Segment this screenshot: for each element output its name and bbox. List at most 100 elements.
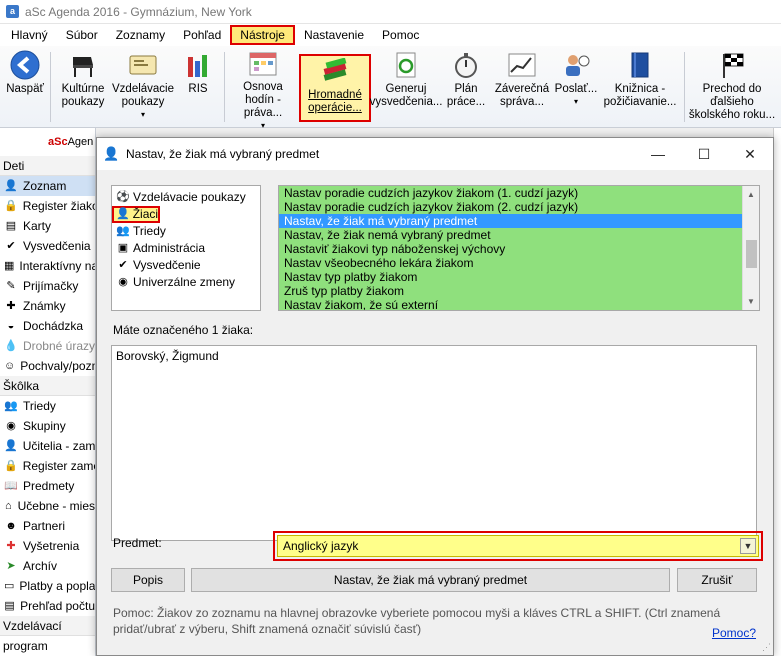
sidebar-item-prehlad[interactable]: ▤ Prehľad počtu (0, 596, 95, 616)
zaverecna-label: Záverečná správa... (494, 83, 550, 108)
plan-prace-button[interactable]: Plán práce... (444, 50, 488, 124)
line-chart-icon (506, 50, 538, 80)
sidebar-item-prijimacky[interactable]: ✎ Prijímačky (0, 276, 95, 296)
tree-item-ziaci[interactable]: 👤 Žiaci (112, 206, 160, 223)
tree-item-vzdelavacie-poukazy[interactable]: ⚽ Vzdelávacie poukazy (112, 189, 260, 206)
vzdelavacie-label: Vzdelávacie poukazy (112, 83, 175, 108)
action-item[interactable]: Zruš typ platby žiakom (279, 284, 759, 298)
prechod-button[interactable]: Prechod do ďalšieho školského roku... (688, 50, 776, 124)
medical-cross-icon: ✚ (6, 540, 16, 552)
back-arrow-icon (9, 50, 41, 80)
brand-asc: aSc (48, 136, 68, 148)
action-item[interactable]: Nastav poradie cudzích jazykov žiakom (1… (279, 186, 759, 200)
sidebar-item-vysetrenia[interactable]: ✚ Vyšetrenia (0, 536, 95, 556)
student-icon: 👤 (103, 146, 120, 161)
books-stack-icon (319, 56, 351, 86)
help-link[interactable]: Pomoc? (712, 626, 756, 640)
maximize-icon[interactable]: ☐ (681, 138, 727, 170)
selected-students-list[interactable]: Borovský, Žigmund (111, 345, 757, 541)
window-titlebar: a aSc Agenda 2016 - Gymnázium, New York (0, 0, 781, 24)
action-item[interactable]: Nastav žiakom, že sú externí (279, 298, 759, 310)
sidebar-item-zoznam[interactable]: 👤 Zoznam (0, 176, 95, 196)
minimize-icon[interactable]: — (635, 138, 681, 170)
sidebar-item-interaktivny[interactable]: ▦ Interaktívny na (0, 256, 95, 276)
sidebar-item-label: Partneri (23, 519, 66, 533)
partner-icon: ☻ (5, 520, 17, 532)
scroll-up-icon[interactable]: ▲ (743, 186, 759, 203)
sidebar-item-znamky[interactable]: ✚ Známky (0, 296, 95, 316)
resize-grip-icon[interactable]: ⋰ (762, 642, 771, 653)
action-item[interactable]: Nastav všeobecného lekára žiakom (279, 256, 759, 270)
sidebar-item-archiv[interactable]: ➤ Archív (0, 556, 95, 576)
tree-item-univerzalne-zmeny[interactable]: ◉ Univerzálne zmeny (112, 274, 260, 291)
sidebar-item-label: Prehľad počtu (20, 599, 95, 613)
kulturne-poukazy-button[interactable]: Kultúrne poukazy (56, 50, 110, 124)
action-item[interactable]: Nastav typ platby žiakom (279, 270, 759, 284)
sidebar-item-predmety[interactable]: 📖 Predmety (0, 476, 95, 496)
sidebar-item-skupiny[interactable]: ◉ Skupiny (0, 416, 95, 436)
menu-subor[interactable]: Súbor (57, 25, 107, 45)
sidebar-item-karty[interactable]: ▤ Karty (0, 216, 95, 236)
popis-button[interactable]: Popis (111, 568, 185, 592)
hromadne-operacie-button[interactable]: Hromadné operácie... (299, 54, 371, 122)
ribbon-separator (224, 52, 225, 122)
tree-item-administracia[interactable]: ▣ Administrácia (112, 240, 260, 257)
predmet-select-highlight: Anglický jazyk ▼ (273, 531, 763, 561)
zaverecna-sprava-button[interactable]: Záverečná správa... (492, 50, 552, 124)
tree-item-vysvedcenie[interactable]: ✔ Vysvedčenie (112, 257, 260, 274)
poslat-button[interactable]: Poslať... ▾ (554, 50, 598, 124)
back-button[interactable]: Naspäť (4, 50, 46, 124)
sidebar-item-label: Vysvedčenia (23, 239, 91, 253)
menu-pohlad[interactable]: Pohľad (174, 25, 230, 45)
sidebar-item-label: Interaktívny na (19, 259, 96, 273)
tree-item-label: Vysvedčenie (133, 258, 201, 272)
lock-icon: 🔒 (4, 460, 18, 472)
sidebar-item-ucebne[interactable]: ⌂ Učebne - mies (0, 496, 95, 516)
tree-item-triedy[interactable]: 👥 Triedy (112, 223, 260, 240)
hromadne-label: Hromadné operácie... (308, 89, 362, 114)
kniznica-label: Knižnica - požičiavanie... (603, 83, 677, 108)
ris-button[interactable]: RIS (178, 50, 218, 124)
action-item[interactable]: Nastaviť žiakovi typ náboženskej výchovy (279, 242, 759, 256)
apply-button[interactable]: Nastav, že žiak má vybraný predmet (191, 568, 670, 592)
chevron-down-icon[interactable]: ▼ (740, 538, 756, 554)
sidebar-item-vysvedcenia[interactable]: ✔ Vysvedčenia (0, 236, 95, 256)
checkered-flag-icon (716, 50, 748, 80)
menu-hlavny[interactable]: Hlavný (2, 25, 57, 45)
kniznica-button[interactable]: Knižnica - požičiavanie... (602, 50, 678, 124)
scroll-down-icon[interactable]: ▼ (743, 293, 759, 310)
certificate-icon: ✔ (6, 240, 16, 252)
sidebar-item-register-ziakov[interactable]: 🔒 Register žiako (0, 196, 95, 216)
sidebar-item-platby[interactable]: ▭ Platby a popla (0, 576, 95, 596)
sidebar-item-label: Učitelia - zame (22, 439, 96, 453)
generuj-vysvedcenia-button[interactable]: Generuj vysvedčenia... (370, 50, 442, 124)
menu-zoznamy[interactable]: Zoznamy (107, 25, 174, 45)
sidebar-item-register-zamestnancov[interactable]: 🔒 Register zame (0, 456, 95, 476)
sidebar-item-drobne-urazy[interactable]: 💧 Drobné úrazy (0, 336, 95, 356)
menu-nastavenie[interactable]: Nastavenie (295, 25, 373, 45)
generate-document-icon (390, 50, 422, 80)
sidebar-section-vzdelavaci[interactable]: Vzdelávací program (0, 616, 95, 653)
ris-label: RIS (188, 83, 208, 95)
cancel-button[interactable]: Zrušiť (677, 568, 757, 592)
scrollbar-thumb[interactable] (746, 240, 757, 268)
action-item-selected[interactable]: Nastav, že žiak má vybraný predmet (279, 214, 759, 228)
action-item[interactable]: Nastav, že žiak nemá vybraný predmet (279, 228, 759, 242)
back-label: Naspäť (6, 83, 44, 95)
sidebar-item-dochadzka[interactable]: ◒ Dochádzka (0, 316, 95, 336)
menu-nastroje[interactable]: Nástroje (230, 25, 295, 45)
action-list-scrollbar[interactable]: ▲ ▼ (742, 186, 759, 310)
osnova-hodin-button[interactable]: Osnova hodín - práva... ▾ (228, 50, 298, 130)
predmet-select[interactable]: Anglický jazyk ▼ (277, 535, 759, 557)
sidebar-item-ucitelia[interactable]: 👤 Učitelia - zame (0, 436, 95, 456)
vzdelavacie-poukazy-button[interactable]: Vzdelávacie poukazy ▾ (112, 50, 174, 124)
sidebar-item-label: Učebne - mies (17, 499, 95, 513)
student-entry[interactable]: Borovský, Žigmund (116, 349, 752, 363)
osnova-label: Osnova hodín - práva... (243, 81, 283, 119)
close-icon[interactable]: ✕ (727, 138, 773, 170)
sidebar-item-partneri[interactable]: ☻ Partneri (0, 516, 95, 536)
action-item[interactable]: Nastav poradie cudzích jazykov žiakom (2… (279, 200, 759, 214)
sidebar-item-pochvaly[interactable]: ☺ Pochvaly/pozn (0, 356, 95, 376)
sidebar-item-triedy[interactable]: 👥 Triedy (0, 396, 95, 416)
menu-pomoc[interactable]: Pomoc (373, 25, 428, 45)
